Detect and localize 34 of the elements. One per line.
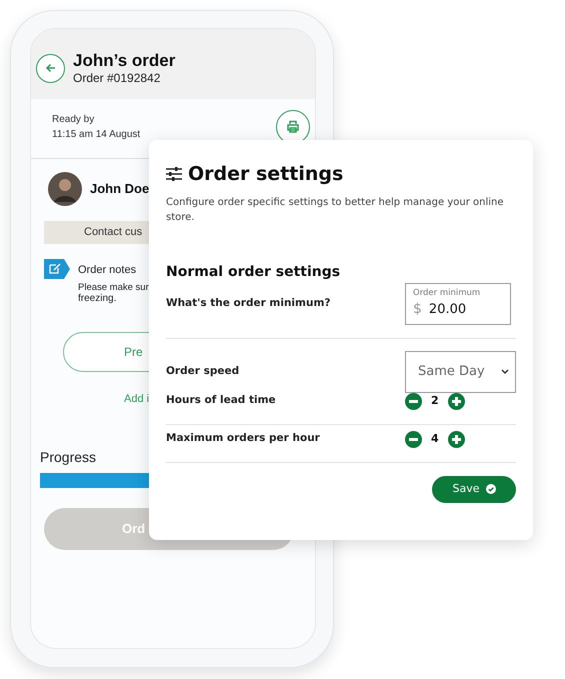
setting-label: Hours of lead time <box>166 393 276 408</box>
plus-icon[interactable] <box>448 392 465 410</box>
card-title: Order settings <box>188 162 344 187</box>
back-button[interactable] <box>36 54 65 82</box>
edit-note-icon <box>44 259 70 279</box>
section-title: Normal order settings <box>166 262 342 282</box>
plus-icon[interactable] <box>448 430 465 448</box>
ready-time: 11:15 am 14 August <box>52 128 140 142</box>
progress-label: Progress <box>40 448 96 465</box>
printer-icon <box>286 120 300 134</box>
sliders-icon <box>166 166 182 182</box>
order-title: John’s order <box>73 50 176 72</box>
setting-label: Maximum orders per hour <box>166 431 320 446</box>
card-description: Configure order specific settings to better help manage your online store. <box>166 196 504 224</box>
minus-icon[interactable] <box>405 430 422 448</box>
order-number: Order #0192842 <box>73 71 162 86</box>
notes-text: Please make sur <box>78 282 149 294</box>
notes-text: freezing. <box>78 293 118 306</box>
ready-label: Ready by <box>52 113 96 127</box>
add-link[interactable]: Add i <box>124 392 150 405</box>
save-button[interactable]: Save <box>432 476 516 502</box>
stepper-value: 2 <box>431 392 439 409</box>
setting-label: Order speed <box>166 364 240 379</box>
notes-label: Order notes <box>78 263 138 278</box>
order-minimum-field[interactable]: Order minimum $ 20.00 <box>405 282 511 324</box>
avatar-icon <box>48 172 82 206</box>
chevron-down-icon <box>501 368 509 374</box>
minus-icon[interactable] <box>405 392 422 410</box>
check-icon <box>486 484 496 494</box>
setting-label: What's the order minimum? <box>166 296 330 311</box>
stepper-value: 4 <box>431 430 439 447</box>
back-arrow-icon <box>44 62 56 74</box>
order-speed-select[interactable]: Same Day <box>405 350 516 392</box>
customer-name: John Doe <box>90 180 150 198</box>
